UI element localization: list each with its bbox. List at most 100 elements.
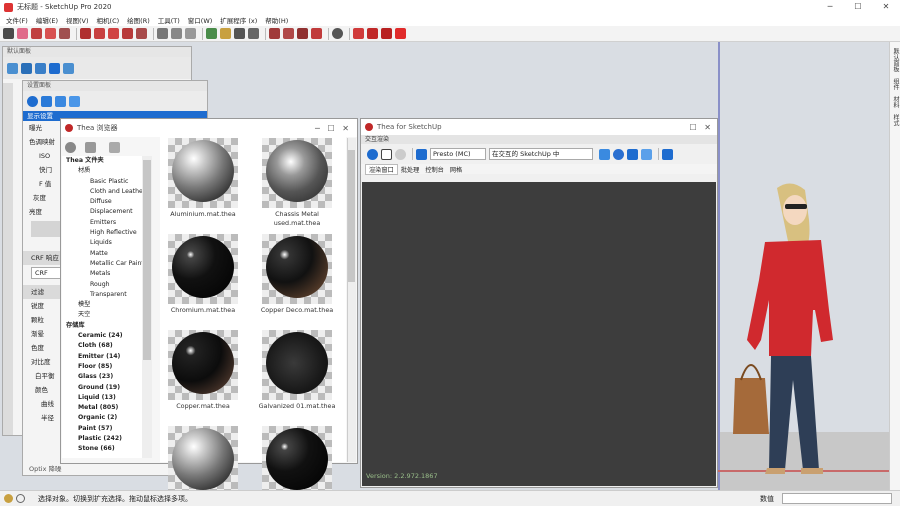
tree-item[interactable]: Metallic Car Paint <box>62 259 152 269</box>
menu-help[interactable]: 帮助(H) <box>261 15 292 25</box>
select-tool-icon[interactable] <box>3 28 14 39</box>
gear-icon[interactable] <box>41 95 52 107</box>
thea-render-icon[interactable] <box>353 28 364 39</box>
account-icon[interactable] <box>332 28 343 39</box>
play-icon[interactable] <box>367 148 378 160</box>
eraser-tool-icon[interactable] <box>17 28 28 39</box>
geo-location-icon[interactable] <box>4 494 13 503</box>
folder-icon[interactable] <box>662 148 673 160</box>
refresh-icon[interactable] <box>65 141 76 153</box>
measurements-input[interactable] <box>782 493 892 504</box>
cube-icon[interactable] <box>109 141 120 153</box>
menu-extensions[interactable]: 扩展程序 (x) <box>216 15 261 25</box>
pan-tool-icon[interactable] <box>220 28 231 39</box>
zoom-extents-icon[interactable] <box>248 28 259 39</box>
tree-item[interactable]: Thea 文件夹 <box>62 156 152 166</box>
tree-item[interactable]: Diffuse <box>62 197 152 207</box>
menu-view[interactable]: 视图(V) <box>62 15 93 25</box>
globe-icon[interactable] <box>63 62 74 74</box>
tree-item[interactable]: 天空 <box>62 310 152 320</box>
cube-icon[interactable] <box>599 148 610 160</box>
tree-item[interactable]: 存储库 <box>62 321 152 331</box>
minimize-button[interactable]: ─ <box>816 0 844 14</box>
material-thumbnail[interactable] <box>262 330 332 400</box>
move-tool-icon[interactable] <box>94 28 105 39</box>
text-tool-icon[interactable] <box>171 28 182 39</box>
browser-close-button[interactable]: ─ ☐ ✕ <box>315 124 349 133</box>
line-tool-icon[interactable] <box>31 28 42 39</box>
cube-icon[interactable] <box>21 62 32 74</box>
material-thumbnail[interactable] <box>262 426 332 496</box>
tape-measure-icon[interactable] <box>157 28 168 39</box>
tab-grid[interactable]: 网格 <box>447 165 465 174</box>
tree-scrollbar[interactable] <box>142 156 152 458</box>
orbit-tool-icon[interactable] <box>206 28 217 39</box>
tree-item[interactable]: Cloth and Leather <box>62 187 152 197</box>
light-icon[interactable] <box>627 148 638 160</box>
tray-tab-materials[interactable]: 材料 <box>891 96 900 108</box>
thea-window-controls[interactable]: ☐ ✕ <box>689 123 711 132</box>
menu-camera[interactable]: 相机(C) <box>93 15 124 25</box>
tree-item[interactable]: Plastic (242) <box>62 434 152 444</box>
thea-camera-icon[interactable] <box>395 28 406 39</box>
render-settings-icon[interactable] <box>27 95 38 107</box>
tree-item[interactable]: Transparent <box>62 290 152 300</box>
tree-item[interactable]: Stone (66) <box>62 444 152 454</box>
scale-tool-icon[interactable] <box>122 28 133 39</box>
maximize-button[interactable]: ☐ <box>844 0 872 14</box>
tree-item[interactable]: Ground (19) <box>62 383 152 393</box>
warehouse-icon[interactable] <box>269 28 280 39</box>
close-button[interactable]: ✕ <box>872 0 900 14</box>
material-thumbnail[interactable] <box>168 234 238 304</box>
tree-item[interactable]: 模型 <box>62 300 152 310</box>
tree-item[interactable]: Ceramic (24) <box>62 331 152 341</box>
push-pull-icon[interactable] <box>80 28 91 39</box>
menu-edit[interactable]: 编辑(E) <box>32 15 62 25</box>
thea-browser-icon[interactable] <box>367 28 378 39</box>
tree-item[interactable]: Matte <box>62 249 152 259</box>
render-canvas[interactable] <box>362 182 716 486</box>
menu-draw[interactable]: 绘图(R) <box>123 15 154 25</box>
tree-item[interactable]: Metal (805) <box>62 403 152 413</box>
info-icon[interactable] <box>16 494 25 503</box>
tree-item[interactable]: Floor (85) <box>62 362 152 372</box>
sphere-icon[interactable] <box>35 62 46 74</box>
tree-item[interactable]: Metals <box>62 269 152 279</box>
tab-console[interactable]: 控制台 <box>422 165 447 174</box>
tree-item[interactable]: Liquid (13) <box>62 393 152 403</box>
thea-folder-icon[interactable] <box>381 28 392 39</box>
extension-manager-icon[interactable] <box>311 28 322 39</box>
rotate-tool-icon[interactable] <box>108 28 119 39</box>
zoom-tool-icon[interactable] <box>234 28 245 39</box>
menu-file[interactable]: 文件(F) <box>2 15 32 25</box>
box-icon[interactable] <box>641 148 652 160</box>
thumbs-scroll-thumb[interactable] <box>348 150 355 282</box>
shape-tool-icon[interactable] <box>59 28 70 39</box>
menu-tools[interactable]: 工具(T) <box>154 15 184 25</box>
material-thumbnail[interactable] <box>262 138 332 208</box>
tray-tab-styles[interactable]: 样式 <box>891 114 900 126</box>
tree-item[interactable]: Glass (23) <box>62 372 152 382</box>
material-icon[interactable] <box>613 148 624 160</box>
tree-item[interactable]: Liquids <box>62 238 152 248</box>
menu-window[interactable]: 窗口(W) <box>184 15 217 25</box>
material-thumbnail[interactable] <box>262 234 332 304</box>
material-thumbnail[interactable] <box>168 330 238 400</box>
tree-scroll-thumb[interactable] <box>143 160 151 360</box>
paint-bucket-icon[interactable] <box>185 28 196 39</box>
preset-select[interactable]: Presto (MC) <box>430 148 486 160</box>
pause-icon[interactable] <box>395 148 406 160</box>
region-select-icon[interactable] <box>416 148 427 160</box>
arc-tool-icon[interactable] <box>45 28 56 39</box>
light-icon[interactable] <box>49 62 60 74</box>
camera-icon[interactable] <box>7 62 18 74</box>
stop-icon[interactable] <box>381 148 392 160</box>
extension-warehouse-icon[interactable] <box>283 28 294 39</box>
grid-icon[interactable] <box>55 95 66 107</box>
tree-item[interactable]: Paint (57) <box>62 424 152 434</box>
animation-icon[interactable] <box>69 95 80 107</box>
tree-item[interactable]: Emitters <box>62 218 152 228</box>
cloud-icon[interactable] <box>85 141 96 153</box>
tree-item[interactable]: Displacement <box>62 207 152 217</box>
tray-tab-default[interactable]: 默认面板 <box>891 48 900 72</box>
